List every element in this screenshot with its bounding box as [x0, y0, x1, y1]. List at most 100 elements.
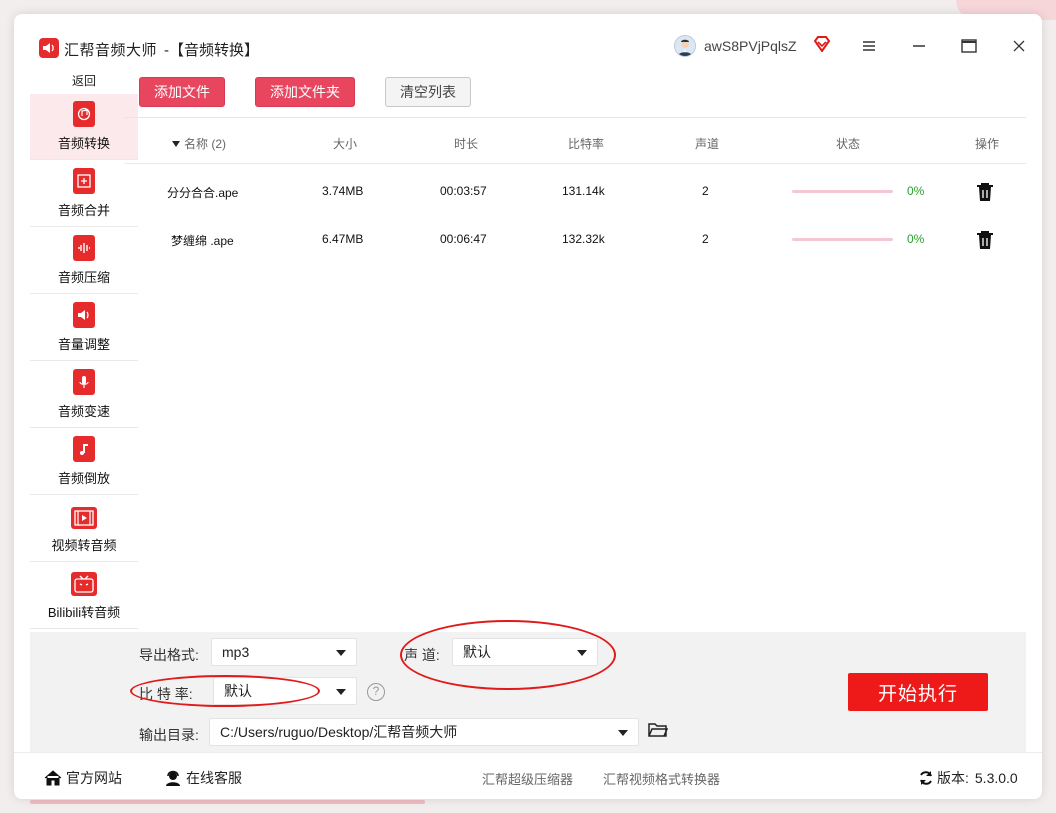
- back-button[interactable]: 返回: [30, 70, 138, 94]
- output-dir-select[interactable]: C:/Users/ruguo/Desktop/汇帮音频大师: [209, 718, 639, 746]
- column-header-duration: 时长: [454, 137, 479, 151]
- add-folder-button[interactable]: 添加文件夹: [255, 77, 355, 107]
- tv-icon: [71, 572, 97, 596]
- progress-bar: [792, 238, 893, 241]
- bitrate-select[interactable]: 默认: [213, 677, 357, 705]
- channel-select[interactable]: 默认: [452, 638, 598, 666]
- help-icon[interactable]: ?: [367, 683, 385, 701]
- column-header-size: 大小: [333, 137, 358, 151]
- bitrate-label: 比 特 率:: [139, 686, 193, 702]
- version-number: 5.3.0.0: [974, 770, 1018, 786]
- sidebar-item-audio-compress[interactable]: 音频压缩: [30, 228, 138, 294]
- app-window: 汇帮音频大师 -【音频转换】 awS8PVjPqlsZ 返回 音频转换 音频合并…: [14, 14, 1042, 799]
- file-bitrate: 131.14k: [562, 184, 605, 198]
- sidebar-item-label: 音频转换: [57, 136, 110, 151]
- channel-label: 声 道:: [404, 647, 440, 663]
- chevron-down-icon: [577, 650, 587, 656]
- website-link-label: 官方网站: [66, 770, 122, 786]
- sidebar-item-label: 音量调整: [57, 337, 110, 352]
- file-duration: 00:06:47: [440, 232, 487, 246]
- audio-compress-icon: [73, 235, 95, 261]
- format-select-value: mp3: [222, 644, 250, 660]
- user-name[interactable]: awS8PVjPqlsZ: [704, 38, 797, 54]
- table-header: 名称 (2) 大小 时长 比特率 声道 状态 操作: [124, 118, 1026, 164]
- sidebar-item-audio-speed[interactable]: 音频变速: [30, 362, 138, 428]
- sidebar-item-audio-reverse[interactable]: 音频倒放: [30, 429, 138, 495]
- table-row[interactable]: 梦缠绵 .ape 6.47MB 00:06:47 132.32k 2 0%: [124, 216, 1026, 264]
- file-size: 3.74MB: [322, 184, 364, 198]
- close-icon[interactable]: [1009, 36, 1029, 56]
- sidebar-item-label: 音频变速: [57, 404, 110, 419]
- app-title: 汇帮音频大师: [64, 42, 158, 59]
- delete-icon[interactable]: [976, 182, 994, 202]
- clear-list-button[interactable]: 清空列表: [385, 77, 471, 107]
- website-link[interactable]: 官方网站: [44, 768, 122, 788]
- maximize-icon[interactable]: [959, 36, 979, 56]
- bitrate-select-value: 默认: [224, 683, 252, 699]
- sidebar-item-label: 音频压缩: [57, 270, 110, 285]
- compressor-link[interactable]: 汇帮超级压缩器: [482, 769, 573, 788]
- support-link[interactable]: 在线客服: [164, 768, 242, 788]
- audio-convert-icon: [73, 101, 95, 127]
- chevron-down-icon: [618, 730, 628, 736]
- support-link-label: 在线客服: [186, 770, 242, 786]
- output-dir-value: C:/Users/ruguo/Desktop/汇帮音频大师: [220, 724, 458, 740]
- sidebar-item-video-to-audio[interactable]: 视频转音频: [30, 496, 138, 562]
- sort-caret-icon: [172, 140, 180, 147]
- app-logo-icon: [39, 38, 59, 58]
- sidebar-item-audio-merge[interactable]: 音频合并: [30, 161, 138, 227]
- progress-bar: [792, 190, 893, 193]
- background-decoration-bar: [30, 800, 425, 804]
- folder-open-icon[interactable]: [648, 722, 669, 740]
- video-converter-link[interactable]: 汇帮视频格式转换器: [603, 769, 720, 788]
- minimize-icon[interactable]: [909, 36, 929, 56]
- progress-percent: 0%: [907, 232, 925, 246]
- column-header-name[interactable]: 名称 (2): [172, 135, 226, 152]
- format-select[interactable]: mp3: [211, 638, 357, 666]
- file-bitrate: 132.32k: [562, 232, 605, 246]
- sidebar-item-volume[interactable]: 音量调整: [30, 295, 138, 361]
- avatar[interactable]: [674, 35, 696, 57]
- page-subtitle: -【音频转换】: [164, 42, 259, 59]
- audio-merge-icon: [73, 168, 95, 194]
- column-header-name-label: 名称 (2): [184, 137, 227, 151]
- sidebar-footer-area: [30, 632, 124, 752]
- version-info[interactable]: 版本: 5.3.0.0: [918, 768, 1018, 788]
- sidebar: 返回 音频转换 音频合并 音频压缩 音量调整 音频变速 音频倒放 视频转音频 B…: [30, 70, 138, 630]
- sidebar-item-label: 音频倒放: [57, 471, 110, 486]
- microphone-icon: [73, 369, 95, 395]
- file-name: 分分合合.ape: [167, 186, 239, 200]
- version-label: 版本:: [937, 770, 969, 786]
- customer-service-icon: [166, 770, 180, 786]
- file-channels: 2: [702, 184, 709, 198]
- file-channels: 2: [702, 232, 709, 246]
- sidebar-item-label: Bilibili转音频: [47, 605, 121, 620]
- chevron-down-icon: [336, 689, 346, 695]
- menu-icon[interactable]: [859, 36, 879, 56]
- delete-icon[interactable]: [976, 230, 994, 250]
- output-dir-label: 输出目录:: [139, 727, 199, 743]
- column-header-channels: 声道: [695, 137, 720, 151]
- file-name: 梦缠绵 .ape: [171, 234, 234, 248]
- file-size: 6.47MB: [322, 232, 364, 246]
- refresh-icon: [920, 771, 932, 785]
- chevron-down-icon: [336, 650, 346, 656]
- progress-percent: 0%: [907, 184, 925, 198]
- volume-icon: [73, 302, 95, 328]
- column-header-bitrate: 比特率: [568, 137, 605, 151]
- format-label: 导出格式:: [139, 647, 199, 663]
- vip-diamond-icon[interactable]: [813, 36, 831, 54]
- column-header-action: 操作: [975, 137, 1000, 151]
- add-file-button[interactable]: 添加文件: [139, 77, 225, 107]
- sidebar-item-label: 视频转音频: [51, 538, 117, 553]
- file-table: 名称 (2) 大小 时长 比特率 声道 状态 操作 分分合合.ape 3.74M…: [124, 117, 1026, 632]
- home-icon: [44, 770, 62, 786]
- film-icon: [71, 507, 97, 529]
- start-button[interactable]: 开始执行: [848, 673, 988, 711]
- column-header-status: 状态: [836, 137, 861, 151]
- channel-select-value: 默认: [463, 644, 491, 660]
- sidebar-item-audio-convert[interactable]: 音频转换: [30, 94, 138, 160]
- file-duration: 00:03:57: [440, 184, 487, 198]
- sidebar-item-bilibili[interactable]: Bilibili转音频: [30, 563, 138, 629]
- table-row[interactable]: 分分合合.ape 3.74MB 00:03:57 131.14k 2 0%: [124, 168, 1026, 216]
